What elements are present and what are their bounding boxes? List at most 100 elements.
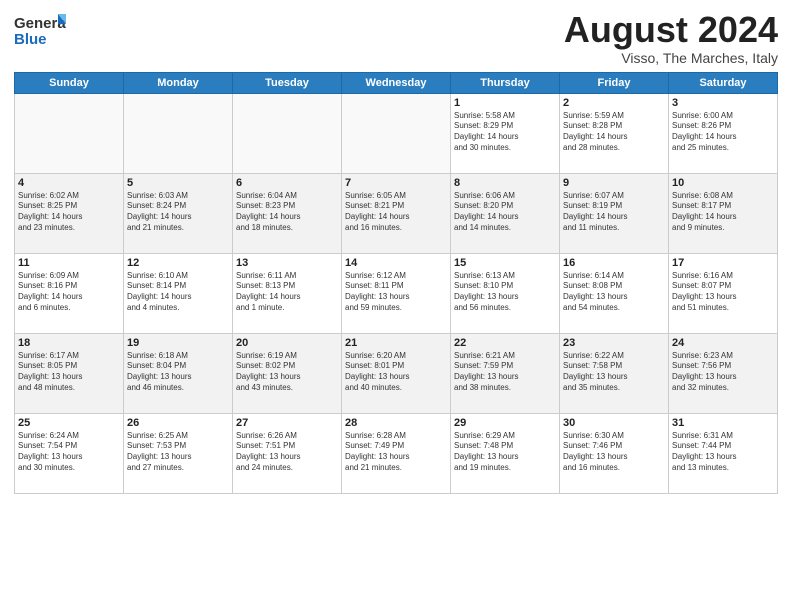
- day-number: 14: [345, 257, 447, 269]
- weekday-header-wednesday: Wednesday: [342, 72, 451, 93]
- calendar-cell: 27 Sunrise: 6:26 AM Sunset: 7:51 PM Dayli…: [233, 413, 342, 493]
- day-info: Sunrise: 6:19 AM Sunset: 8:02 PM Dayligh…: [236, 351, 338, 394]
- calendar-cell: 17Sunrise: 6:16 AM Sunset: 8:07 PM Dayli…: [669, 253, 778, 333]
- day-number: 21: [345, 337, 447, 349]
- day-number: 24: [672, 337, 774, 349]
- calendar-cell: 29 Sunrise: 6:29 AM Sunset: 7:48 PM Dayli…: [451, 413, 560, 493]
- day-info: Sunrise: 6:07 AM Sunset: 8:19 PM Dayligh…: [563, 191, 665, 234]
- day-number: 26: [127, 417, 229, 429]
- day-info: Sunrise: 6:28 AM Sunset: 7:49 PM Dayligh…: [345, 431, 447, 474]
- weekday-header-row: SundayMondayTuesdayWednesdayThursdayFrid…: [15, 72, 778, 93]
- weekday-header-sunday: Sunday: [15, 72, 124, 93]
- header: General Blue August 2024 Visso, The Marc…: [14, 10, 778, 66]
- day-info: Sunrise: 6:06 AM Sunset: 8:20 PM Dayligh…: [454, 191, 556, 234]
- day-info: Sunrise: 6:17 AM Sunset: 8:05 PM Dayligh…: [18, 351, 120, 394]
- calendar-cell: 9 Sunrise: 6:07 AM Sunset: 8:19 PM Daylig…: [560, 173, 669, 253]
- day-number: 10: [672, 177, 774, 189]
- calendar-cell: [124, 93, 233, 173]
- day-info: Sunrise: 6:29 AM Sunset: 7:48 PM Dayligh…: [454, 431, 556, 474]
- day-number: 19: [127, 337, 229, 349]
- calendar-week-2: 4 Sunrise: 6:02 AM Sunset: 8:25 PM Daylig…: [15, 173, 778, 253]
- day-info: Sunrise: 6:18 AM Sunset: 8:04 PM Dayligh…: [127, 351, 229, 394]
- day-number: 25: [18, 417, 120, 429]
- day-info: Sunrise: 6:14 AM Sunset: 8:08 PM Dayligh…: [563, 271, 665, 314]
- weekday-header-thursday: Thursday: [451, 72, 560, 93]
- day-number: 6: [236, 177, 338, 189]
- logo-area: General Blue: [14, 10, 66, 55]
- day-number: 28: [345, 417, 447, 429]
- calendar-cell: 7Sunrise: 6:05 AM Sunset: 8:21 PM Daylig…: [342, 173, 451, 253]
- calendar-cell: 13 Sunrise: 6:11 AM Sunset: 8:13 PM Dayli…: [233, 253, 342, 333]
- calendar-week-4: 18Sunrise: 6:17 AM Sunset: 8:05 PM Dayli…: [15, 333, 778, 413]
- day-number: 8: [454, 177, 556, 189]
- day-info: Sunrise: 6:23 AM Sunset: 7:56 PM Dayligh…: [672, 351, 774, 394]
- day-info: Sunrise: 6:02 AM Sunset: 8:25 PM Dayligh…: [18, 191, 120, 234]
- calendar-cell: 25 Sunrise: 6:24 AM Sunset: 7:54 PM Dayli…: [15, 413, 124, 493]
- calendar-cell: 28 Sunrise: 6:28 AM Sunset: 7:49 PM Dayli…: [342, 413, 451, 493]
- day-number: 23: [563, 337, 665, 349]
- calendar-cell: 6Sunrise: 6:04 AM Sunset: 8:23 PM Daylig…: [233, 173, 342, 253]
- day-number: 9: [563, 177, 665, 189]
- calendar-cell: 1 Sunrise: 5:58 AM Sunset: 8:29 PM Daylig…: [451, 93, 560, 173]
- day-info: Sunrise: 6:12 AM Sunset: 8:11 PM Dayligh…: [345, 271, 447, 314]
- day-info: Sunrise: 5:58 AM Sunset: 8:29 PM Dayligh…: [454, 111, 556, 154]
- calendar-cell: 20 Sunrise: 6:19 AM Sunset: 8:02 PM Dayli…: [233, 333, 342, 413]
- day-number: 2: [563, 97, 665, 109]
- day-info: Sunrise: 6:25 AM Sunset: 7:53 PM Dayligh…: [127, 431, 229, 474]
- calendar-cell: 22 Sunrise: 6:21 AM Sunset: 7:59 PM Dayli…: [451, 333, 560, 413]
- day-number: 20: [236, 337, 338, 349]
- day-number: 30: [563, 417, 665, 429]
- weekday-header-monday: Monday: [124, 72, 233, 93]
- calendar-week-3: 11 Sunrise: 6:09 AM Sunset: 8:16 PM Dayli…: [15, 253, 778, 333]
- day-number: 12: [127, 257, 229, 269]
- day-info: Sunrise: 5:59 AM Sunset: 8:28 PM Dayligh…: [563, 111, 665, 154]
- day-number: 1: [454, 97, 556, 109]
- day-number: 16: [563, 257, 665, 269]
- calendar-cell: 3 Sunrise: 6:00 AM Sunset: 8:26 PM Daylig…: [669, 93, 778, 173]
- calendar-cell: 24 Sunrise: 6:23 AM Sunset: 7:56 PM Dayli…: [669, 333, 778, 413]
- day-info: Sunrise: 6:09 AM Sunset: 8:16 PM Dayligh…: [18, 271, 120, 314]
- calendar-cell: 15 Sunrise: 6:13 AM Sunset: 8:10 PM Dayli…: [451, 253, 560, 333]
- weekday-header-saturday: Saturday: [669, 72, 778, 93]
- day-info: Sunrise: 6:00 AM Sunset: 8:26 PM Dayligh…: [672, 111, 774, 154]
- calendar-cell: 16 Sunrise: 6:14 AM Sunset: 8:08 PM Dayli…: [560, 253, 669, 333]
- calendar-cell: 10Sunrise: 6:08 AM Sunset: 8:17 PM Dayli…: [669, 173, 778, 253]
- day-number: 4: [18, 177, 120, 189]
- day-number: 3: [672, 97, 774, 109]
- day-info: Sunrise: 6:26 AM Sunset: 7:51 PM Dayligh…: [236, 431, 338, 474]
- page: General Blue August 2024 Visso, The Marc…: [0, 0, 792, 500]
- day-info: Sunrise: 6:24 AM Sunset: 7:54 PM Dayligh…: [18, 431, 120, 474]
- day-info: Sunrise: 6:03 AM Sunset: 8:24 PM Dayligh…: [127, 191, 229, 234]
- weekday-header-friday: Friday: [560, 72, 669, 93]
- day-info: Sunrise: 6:10 AM Sunset: 8:14 PM Dayligh…: [127, 271, 229, 314]
- day-number: 13: [236, 257, 338, 269]
- calendar-cell: [233, 93, 342, 173]
- day-number: 22: [454, 337, 556, 349]
- calendar-cell: 5Sunrise: 6:03 AM Sunset: 8:24 PM Daylig…: [124, 173, 233, 253]
- calendar-cell: 14 Sunrise: 6:12 AM Sunset: 8:11 PM Dayli…: [342, 253, 451, 333]
- day-number: 17: [672, 257, 774, 269]
- day-info: Sunrise: 6:31 AM Sunset: 7:44 PM Dayligh…: [672, 431, 774, 474]
- calendar-cell: [15, 93, 124, 173]
- calendar-cell: 12 Sunrise: 6:10 AM Sunset: 8:14 PM Dayli…: [124, 253, 233, 333]
- location-subtitle: Visso, The Marches, Italy: [564, 50, 778, 66]
- day-number: 29: [454, 417, 556, 429]
- day-info: Sunrise: 6:21 AM Sunset: 7:59 PM Dayligh…: [454, 351, 556, 394]
- calendar-cell: 26 Sunrise: 6:25 AM Sunset: 7:53 PM Dayli…: [124, 413, 233, 493]
- day-info: Sunrise: 6:20 AM Sunset: 8:01 PM Dayligh…: [345, 351, 447, 394]
- day-info: Sunrise: 6:13 AM Sunset: 8:10 PM Dayligh…: [454, 271, 556, 314]
- calendar-cell: 30Sunrise: 6:30 AM Sunset: 7:46 PM Dayli…: [560, 413, 669, 493]
- day-number: 31: [672, 417, 774, 429]
- day-info: Sunrise: 6:11 AM Sunset: 8:13 PM Dayligh…: [236, 271, 338, 314]
- day-number: 15: [454, 257, 556, 269]
- calendar-cell: 2 Sunrise: 5:59 AM Sunset: 8:28 PM Daylig…: [560, 93, 669, 173]
- title-area: August 2024 Visso, The Marches, Italy: [564, 10, 778, 66]
- day-info: Sunrise: 6:22 AM Sunset: 7:58 PM Dayligh…: [563, 351, 665, 394]
- calendar-cell: 19 Sunrise: 6:18 AM Sunset: 8:04 PM Dayli…: [124, 333, 233, 413]
- day-number: 11: [18, 257, 120, 269]
- calendar-cell: 11 Sunrise: 6:09 AM Sunset: 8:16 PM Dayli…: [15, 253, 124, 333]
- calendar-cell: 4 Sunrise: 6:02 AM Sunset: 8:25 PM Daylig…: [15, 173, 124, 253]
- day-number: 27: [236, 417, 338, 429]
- day-number: 7: [345, 177, 447, 189]
- calendar-week-1: 1 Sunrise: 5:58 AM Sunset: 8:29 PM Daylig…: [15, 93, 778, 173]
